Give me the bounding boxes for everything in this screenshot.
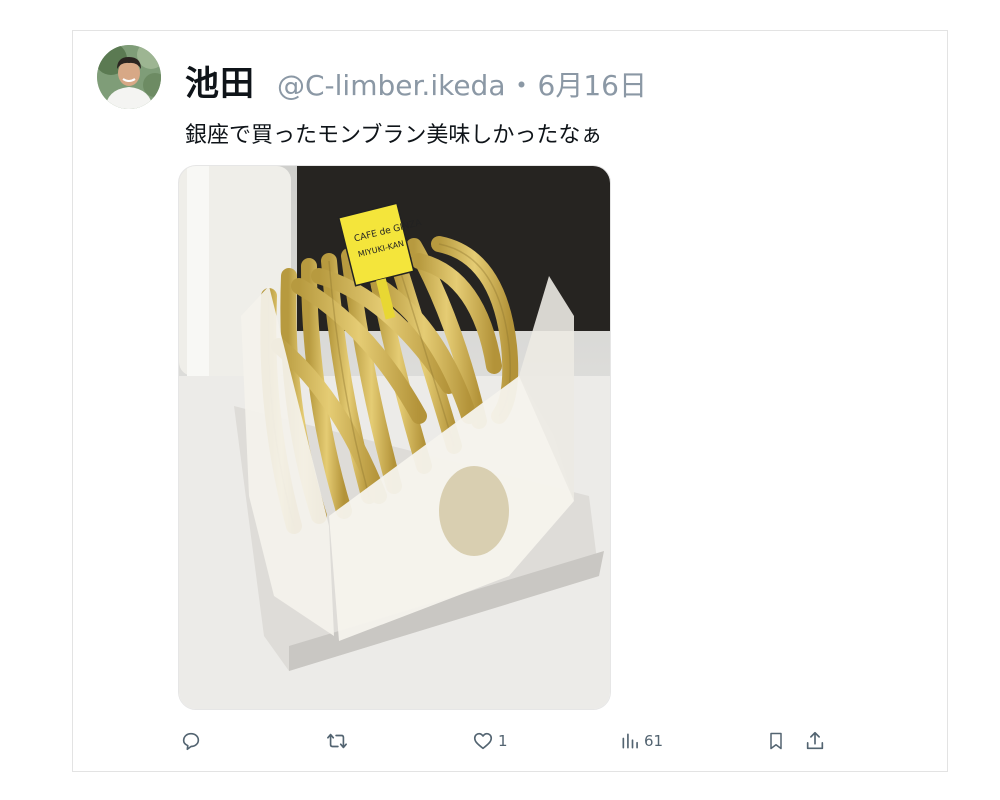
views-button[interactable]: 61: [620, 727, 663, 755]
separator: ・: [507, 69, 536, 102]
share-button[interactable]: [804, 727, 826, 755]
like-button[interactable]: 1: [472, 727, 508, 755]
montblanc-cake-photo: CAFE de GINZA MIYUKI-KAN: [179, 166, 610, 709]
heart-icon: [473, 732, 493, 750]
tweet-text: 銀座で買ったモンブラン美味しかったなぁ: [185, 123, 603, 148]
user-avatar-photo: [97, 45, 161, 109]
author-name[interactable]: 池田: [185, 56, 255, 105]
views-chart-icon: [622, 733, 638, 749]
tweet-media[interactable]: CAFE de GINZA MIYUKI-KAN: [178, 165, 611, 710]
reply-button[interactable]: [180, 727, 206, 755]
tweet-header: 池田 @C-limber.ikeda ・ 6月16日: [185, 56, 647, 104]
author-handle[interactable]: @C-limber.ikeda: [277, 69, 505, 102]
tweet-actions: 1 61: [178, 727, 838, 755]
bookmark-button[interactable]: [766, 727, 786, 755]
tweet-date[interactable]: 6月16日: [538, 64, 647, 104]
like-count: 1: [498, 732, 508, 750]
avatar[interactable]: [97, 45, 161, 109]
share-icon: [806, 731, 824, 750]
views-count: 61: [644, 732, 664, 750]
reply-icon: [182, 732, 200, 751]
retweet-icon: [327, 733, 347, 749]
retweet-button[interactable]: [326, 727, 352, 755]
bookmark-icon: [770, 732, 782, 750]
